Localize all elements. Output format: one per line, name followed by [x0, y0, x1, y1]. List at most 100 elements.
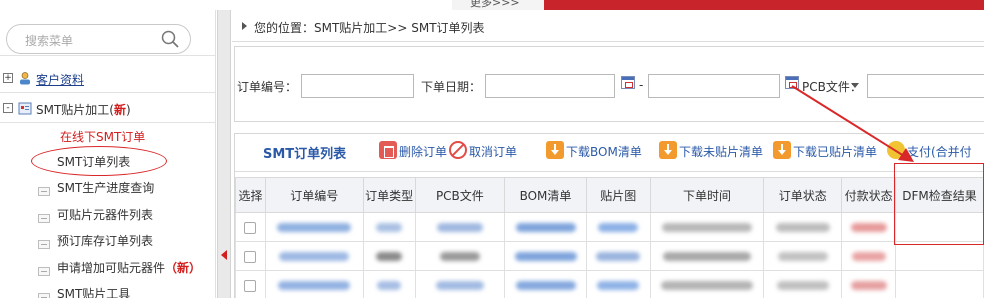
- redacted-value: [851, 252, 886, 261]
- expand-icon[interactable]: +: [3, 73, 13, 83]
- column-header[interactable]: 贴片图: [585, 177, 651, 213]
- column-header[interactable]: PCB文件: [414, 177, 506, 213]
- column-header[interactable]: 订单类型: [362, 177, 416, 213]
- annotation-box: [894, 163, 984, 245]
- column-header[interactable]: 下单时间: [649, 177, 765, 213]
- table-row[interactable]: [235, 241, 984, 271]
- sidebar-item-label[interactable]: SMT贴片工具: [57, 285, 130, 298]
- sidebar-item-label[interactable]: 在线下SMT订单: [60, 128, 145, 145]
- sidebar-group-title: SMT贴片加工(: [36, 103, 114, 117]
- sidebar-divider: [0, 55, 216, 56]
- redacted-value: [377, 281, 402, 290]
- doc-icon: [38, 293, 50, 298]
- badge-close: ): [126, 103, 131, 117]
- date-from-input[interactable]: [485, 74, 615, 98]
- row-checkbox[interactable]: [244, 221, 257, 234]
- redacted-value: [662, 223, 753, 232]
- redacted-value: [376, 223, 403, 232]
- collapse-sidebar-icon[interactable]: [221, 250, 227, 260]
- order-no-label: 订单编号：: [237, 80, 298, 94]
- calendar-icon[interactable]: [621, 76, 635, 89]
- table-header-row: 选择 订单编号 订单类型 PCB文件 BOM清单 贴片图 下单时间 订单状态 付…: [235, 177, 984, 213]
- folder-doc-icon: [18, 102, 32, 115]
- column-header[interactable]: BOM清单: [504, 177, 587, 213]
- redacted-value: [515, 281, 576, 290]
- button-label: 下载未贴片清单: [679, 145, 764, 159]
- sidebar-group-smt[interactable]: - SMT贴片加工(新): [0, 99, 216, 119]
- annotation-circle: [31, 146, 167, 176]
- sidebar-item-label[interactable]: 可贴片元器件列表: [57, 206, 153, 223]
- cancel-icon: [449, 141, 467, 159]
- redacted-value: [596, 252, 641, 261]
- redacted-value: [775, 223, 830, 232]
- download-icon: [659, 141, 677, 159]
- annotation-arrow: [791, 85, 914, 162]
- top-red-bar: [544, 0, 984, 10]
- button-label: 删除订单: [399, 145, 448, 159]
- column-header[interactable]: 订单状态: [763, 177, 843, 213]
- redacted-value: [439, 252, 480, 261]
- trash-icon: [379, 141, 397, 159]
- redacted-value: [376, 252, 403, 261]
- new-badge: 新: [113, 103, 126, 117]
- sidebar-splitter[interactable]: [217, 10, 231, 298]
- column-header: 选择: [235, 177, 266, 213]
- redacted-value: [514, 252, 577, 261]
- item-text: 申请增加可贴元器件: [57, 261, 166, 275]
- button-label: 取消订单: [469, 145, 518, 159]
- sidebar-item-label[interactable]: 预订库存订单列表: [57, 232, 153, 249]
- order-table: 选择 订单编号 订单类型 PCB文件 BOM清单 贴片图 下单时间 订单状态 付…: [235, 177, 984, 298]
- row-checkbox[interactable]: [244, 250, 257, 263]
- doc-icon: [38, 267, 50, 276]
- sidebar-group-customer[interactable]: + 客户资料: [0, 69, 216, 89]
- sidebar-item-progress[interactable]: SMT生产进度查询: [0, 176, 216, 198]
- doc-icon: [38, 187, 50, 196]
- sidebar-item-reserve[interactable]: 预订库存订单列表: [0, 229, 216, 251]
- sidebar-item-tools[interactable]: SMT贴片工具: [0, 282, 216, 298]
- date-separator: -: [639, 78, 644, 92]
- redacted-value: [515, 223, 576, 232]
- redacted-value: [277, 223, 352, 232]
- redacted-value: [850, 281, 887, 290]
- doc-icon: [38, 240, 50, 249]
- redacted-value: [776, 281, 829, 290]
- sidebar-item-label[interactable]: SMT生产进度查询: [57, 179, 154, 196]
- redacted-value: [850, 223, 887, 232]
- order-no-input[interactable]: [301, 74, 414, 98]
- column-header[interactable]: 付款状态: [841, 177, 897, 213]
- redacted-value: [661, 281, 754, 290]
- table-row[interactable]: [235, 212, 984, 242]
- redacted-value: [279, 252, 350, 261]
- sidebar-group-label: SMT贴片加工(新): [36, 101, 131, 118]
- sidebar-item-label[interactable]: 申请增加可贴元器件（新）: [57, 259, 201, 276]
- sidebar-group-label[interactable]: 客户资料: [36, 71, 84, 88]
- breadcrumb-arrow-icon: [242, 22, 247, 30]
- order-date-label: 下单日期：: [421, 80, 482, 94]
- more-link[interactable]: 更多>>>: [452, 0, 544, 10]
- sidebar-search-input[interactable]: 搜索菜单: [6, 24, 191, 54]
- table-title: SMT订单列表: [263, 147, 347, 162]
- download-icon: [546, 141, 564, 159]
- row-checkbox[interactable]: [244, 279, 257, 292]
- user-icon: [20, 72, 30, 85]
- breadcrumb-text: 您的位置：SMT贴片加工>> SMT订单列表: [254, 21, 485, 35]
- redacted-value: [777, 252, 828, 261]
- redacted-value: [278, 281, 351, 290]
- breadcrumb: 您的位置：SMT贴片加工>> SMT订单列表: [232, 10, 984, 42]
- redacted-value: [435, 281, 484, 290]
- search-icon[interactable]: [161, 30, 179, 48]
- sidebar-divider: [0, 122, 216, 123]
- search-placeholder: 搜索菜单: [25, 34, 74, 48]
- redacted-value: [598, 223, 639, 232]
- sidebar-item-components[interactable]: 可贴片元器件列表: [0, 203, 216, 225]
- sidebar-item-online-order[interactable]: 在线下SMT订单: [0, 125, 216, 147]
- redacted-value: [597, 281, 640, 290]
- doc-icon: [38, 214, 50, 223]
- column-header[interactable]: 订单编号: [264, 177, 364, 213]
- sidebar-divider: [0, 92, 216, 93]
- redacted-value: [436, 223, 483, 232]
- date-to-input[interactable]: [648, 74, 780, 98]
- table-row[interactable]: [235, 270, 984, 298]
- sidebar-item-apply[interactable]: 申请增加可贴元器件（新）: [0, 256, 216, 278]
- collapse-icon[interactable]: -: [3, 103, 13, 113]
